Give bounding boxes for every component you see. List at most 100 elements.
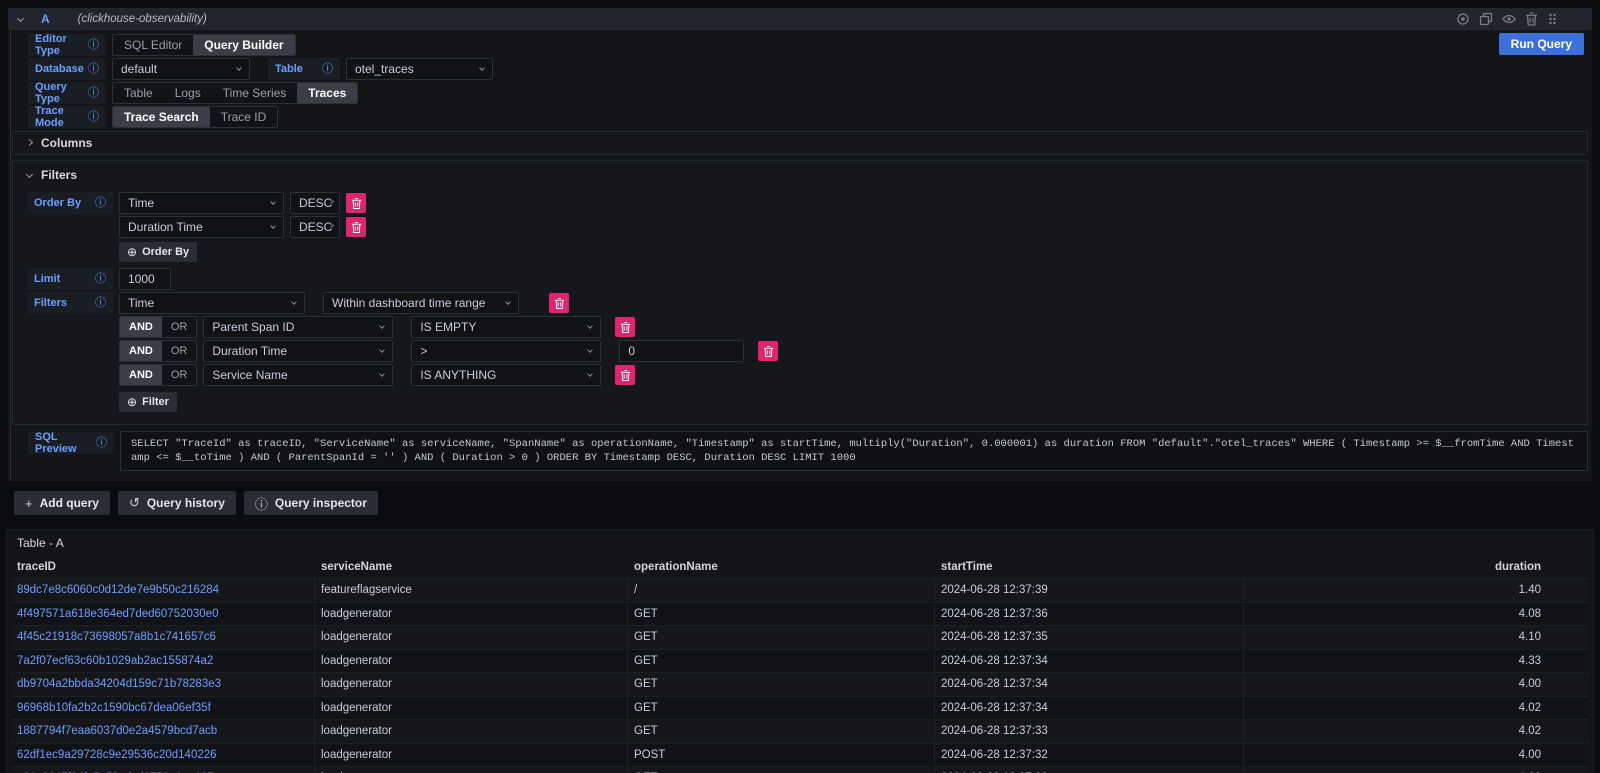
- query-inspector-button[interactable]: ⓘ Query inspector: [244, 491, 378, 515]
- add-order-by-button[interactable]: ⊕ Order By: [119, 242, 197, 262]
- filter-operator-select[interactable]: IS ANYTHING: [411, 364, 601, 386]
- and-option[interactable]: AND: [120, 341, 162, 361]
- run-query-button[interactable]: Run Query: [1499, 33, 1584, 55]
- service-name-cell: loadgenerator: [315, 603, 628, 626]
- remove-filter-button[interactable]: [615, 317, 635, 337]
- duplicate-query-icon[interactable]: [1479, 12, 1493, 26]
- trace-link[interactable]: 89dc7e8c6060c0d12de7e9b50c216284: [17, 584, 219, 596]
- filter-field-select[interactable]: Duration Time: [203, 340, 393, 362]
- chevron-down-icon: [291, 299, 297, 305]
- or-option[interactable]: OR: [162, 365, 197, 385]
- query-row-header[interactable]: A (clickhouse-observability): [8, 8, 1592, 30]
- query-type-option-table[interactable]: Table: [113, 83, 164, 103]
- filter-operator-select[interactable]: IS EMPTY: [411, 316, 601, 338]
- operation-name-cell: GET: [628, 650, 935, 673]
- filters-section: Filters Order By ⓘ Time DESC Duration Ti…: [12, 160, 1588, 425]
- collapse-chevron-icon[interactable]: [17, 14, 24, 21]
- operation-name-cell: GET: [628, 626, 935, 649]
- trace-mode-option-trace-search[interactable]: Trace Search: [113, 107, 210, 127]
- info-icon[interactable]: ⓘ: [95, 198, 106, 209]
- operation-name-cell: GET: [628, 603, 935, 626]
- table-select[interactable]: otel_traces: [346, 58, 493, 80]
- editor-type-option-query-builder[interactable]: Query Builder: [193, 35, 294, 55]
- remove-filter-button[interactable]: [615, 365, 635, 385]
- table-row: 62df1ec9a29728c9e29536c20d140226 loadgen…: [11, 743, 1589, 767]
- query-history-button[interactable]: ↺ Query history: [118, 491, 236, 515]
- info-icon[interactable]: ⓘ: [95, 298, 106, 309]
- sql-preview-code: SELECT "TraceId" as traceID, "ServiceNam…: [120, 431, 1588, 471]
- filter-field-select[interactable]: Service Name: [203, 364, 393, 386]
- remove-order-by-button[interactable]: [346, 193, 366, 213]
- query-type-option-traces[interactable]: Traces: [297, 83, 357, 103]
- column-header-operationname[interactable]: operationName: [628, 556, 935, 578]
- add-filter-button[interactable]: ⊕ Filter: [119, 392, 177, 412]
- order-by-direction-select[interactable]: DESC: [290, 216, 340, 238]
- info-icon[interactable]: ⓘ: [96, 438, 107, 449]
- database-select[interactable]: default: [112, 58, 250, 80]
- start-time-cell: 2024-06-28 12:37:34: [935, 697, 1244, 720]
- disable-query-icon[interactable]: [1456, 12, 1470, 26]
- chevron-down-icon: [588, 347, 594, 353]
- info-icon[interactable]: ⓘ: [322, 64, 333, 75]
- info-icon[interactable]: ⓘ: [88, 88, 99, 99]
- column-header-starttime[interactable]: startTime: [935, 556, 1244, 578]
- filter-field-select[interactable]: Time: [119, 292, 305, 314]
- plus-circle-icon: ⊕: [127, 245, 137, 259]
- trace-link[interactable]: 7a2f07ecf63c60b1029ab2ac155874a2: [17, 655, 213, 667]
- service-name-cell: loadgenerator: [315, 767, 628, 773]
- remove-filter-button[interactable]: [758, 341, 778, 361]
- order-by-field-select[interactable]: Time: [119, 192, 284, 214]
- column-header-traceid[interactable]: traceID: [11, 556, 315, 578]
- remove-filter-button[interactable]: [549, 293, 569, 313]
- info-icon[interactable]: ⓘ: [88, 40, 99, 51]
- operation-name-cell: GET: [628, 720, 935, 743]
- table-row: 89dc7e8c6060c0d12de7e9b50c216284 feature…: [11, 578, 1589, 602]
- trace-link[interactable]: db9704a2bbda34204d159c71b78283e3: [17, 678, 221, 690]
- order-by-field-select[interactable]: Duration Time: [119, 216, 284, 238]
- chevron-down-icon: [479, 65, 485, 71]
- chevron-down-icon: [331, 224, 335, 228]
- trace-link[interactable]: 4f497571a618e364ed7ded60752030e0: [17, 608, 218, 620]
- query-editor-body: Run Query Editor Type ⓘ SQL Editor Query…: [8, 30, 1592, 481]
- trace-link[interactable]: 1887794f7eaa6037d0e2a4579bcd7acb: [17, 725, 217, 737]
- info-icon[interactable]: ⓘ: [88, 64, 99, 75]
- trace-link[interactable]: 4f45c21918c73698057a8b1c741657c6: [17, 631, 216, 643]
- query-type-option-time-series[interactable]: Time Series: [212, 83, 298, 103]
- hide-response-eye-icon[interactable]: [1502, 12, 1516, 26]
- service-name-cell: loadgenerator: [315, 673, 628, 696]
- or-option[interactable]: OR: [162, 341, 197, 361]
- query-type-option-logs[interactable]: Logs: [164, 83, 212, 103]
- filter-value-input[interactable]: [619, 340, 744, 362]
- trace-link[interactable]: 96968b10fa2b2c1590bc67dea06ef35f: [17, 702, 211, 714]
- start-time-cell: 2024-06-28 12:37:39: [935, 579, 1244, 602]
- remove-query-trash-icon[interactable]: [1525, 12, 1538, 26]
- limit-input[interactable]: [119, 268, 171, 290]
- start-time-cell: 2024-06-28 12:37:36: [935, 603, 1244, 626]
- duration-cell: 1.40: [1244, 579, 1589, 602]
- or-option[interactable]: OR: [162, 317, 197, 337]
- filter-field-select[interactable]: Parent Span ID: [203, 316, 393, 338]
- and-option[interactable]: AND: [120, 317, 162, 337]
- chevron-down-icon: [380, 371, 386, 377]
- info-icon[interactable]: ⓘ: [88, 112, 99, 123]
- drag-handle-icon[interactable]: [1547, 12, 1558, 26]
- trace-mode-option-trace-id[interactable]: Trace ID: [210, 107, 278, 127]
- column-header-servicename[interactable]: serviceName: [315, 556, 628, 578]
- query-actions: [1456, 8, 1558, 30]
- service-name-cell: loadgenerator: [315, 650, 628, 673]
- filter-operator-select[interactable]: Within dashboard time range: [323, 292, 519, 314]
- filters-section-header[interactable]: Filters: [27, 168, 1577, 182]
- add-query-button[interactable]: + Add query: [14, 491, 110, 515]
- order-by-direction-select[interactable]: DESC: [290, 192, 340, 214]
- columns-section-header[interactable]: Columns: [12, 131, 1588, 155]
- filter-operator-select[interactable]: >: [411, 340, 601, 362]
- and-option[interactable]: AND: [120, 365, 162, 385]
- chevron-down-icon: [588, 371, 594, 377]
- remove-order-by-button[interactable]: [346, 217, 366, 237]
- info-icon[interactable]: ⓘ: [95, 274, 106, 285]
- editor-type-option-sql-editor[interactable]: SQL Editor: [113, 35, 193, 55]
- trace-link[interactable]: 62df1ec9a29728c9e29536c20d140226: [17, 749, 217, 761]
- table-row: 96968b10fa2b2c1590bc67dea06ef35f loadgen…: [11, 696, 1589, 720]
- column-header-duration[interactable]: duration: [1244, 556, 1589, 578]
- service-name-cell: loadgenerator: [315, 697, 628, 720]
